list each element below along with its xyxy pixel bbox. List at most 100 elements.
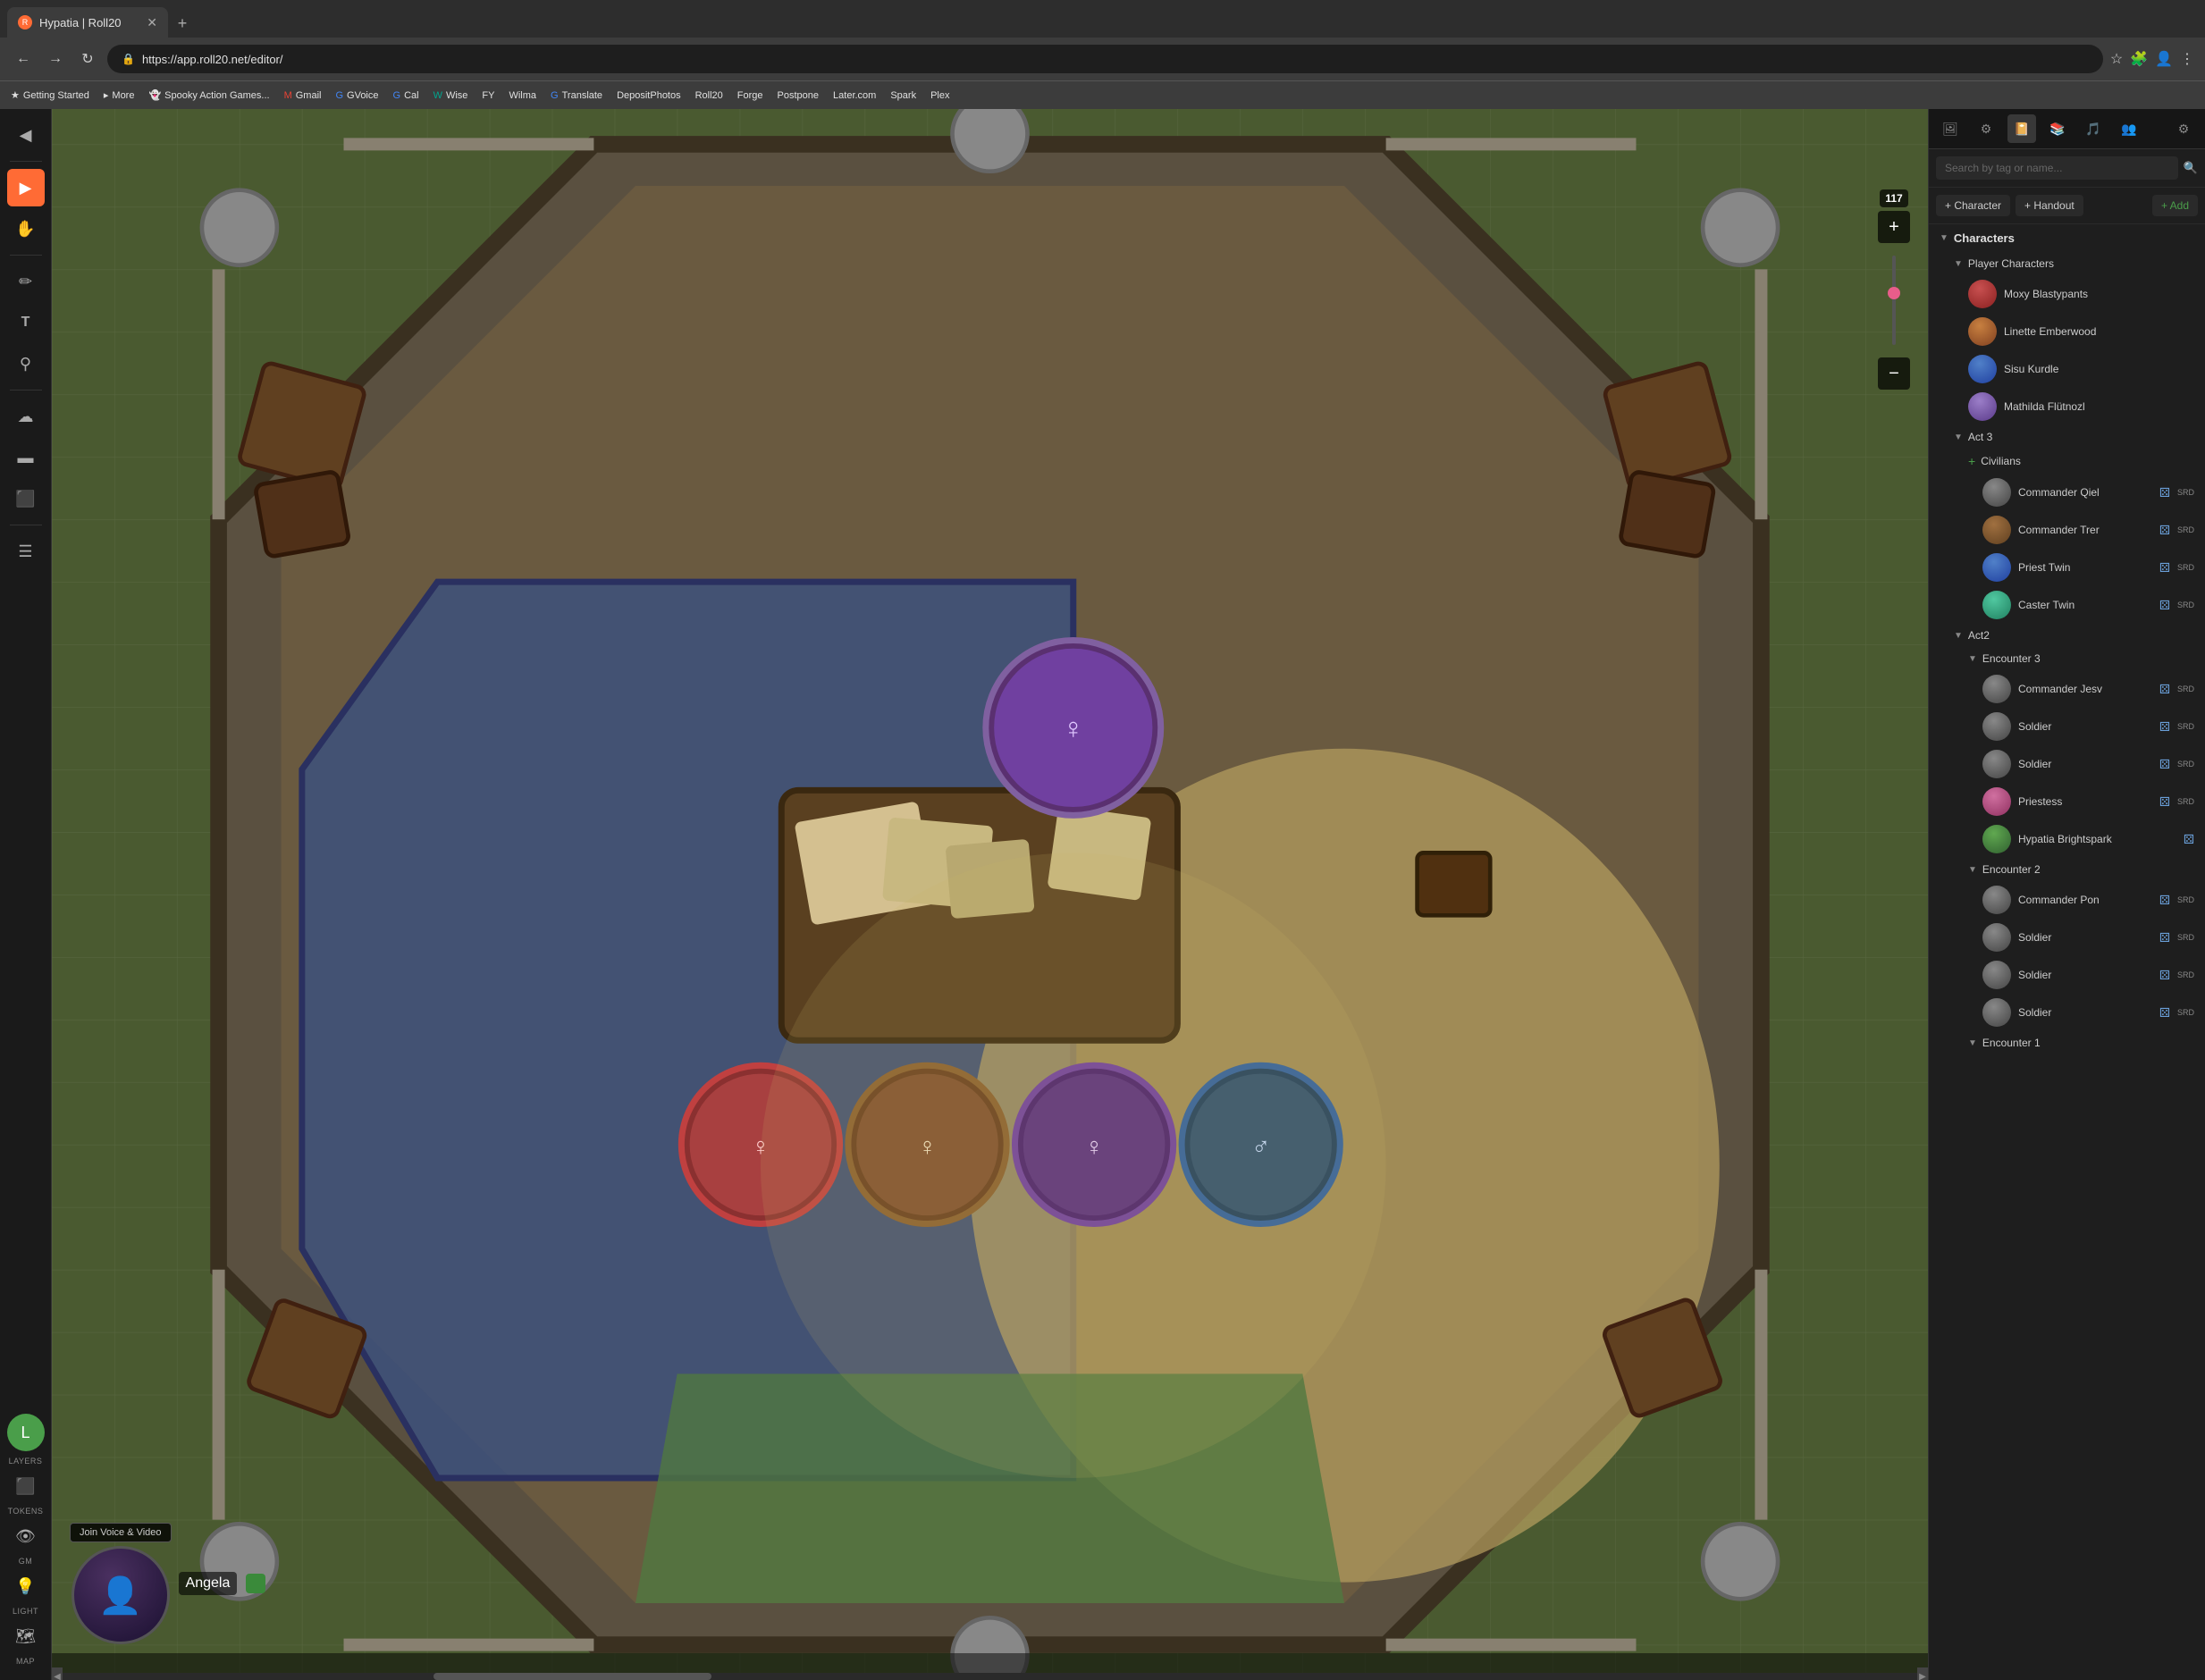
qiel-sheet-btn[interactable]: ⚄	[2159, 485, 2170, 500]
jesv-sheet-btn[interactable]: ⚄	[2159, 682, 2170, 697]
compendium-btn[interactable]: 📚	[2043, 114, 2072, 143]
priestess-sheet-btn[interactable]: ⚄	[2159, 794, 2170, 810]
gm-btn[interactable]: 👁	[7, 1517, 45, 1555]
bookmark-getting-started[interactable]: ★ Getting Started	[11, 89, 89, 101]
priest-twin-sheet-btn[interactable]: ⚄	[2159, 560, 2170, 575]
menu-btn[interactable]: ⋮	[2180, 50, 2194, 68]
char-commander-jesv[interactable]: Commander Jesv ⚄ SRD	[1957, 670, 2205, 708]
bookmark-deposit[interactable]: DepositPhotos	[617, 90, 681, 101]
soldier3-sheet-btn[interactable]: ⚄	[2159, 930, 2170, 945]
caster-twin-sheet-btn[interactable]: ⚄	[2159, 598, 2170, 613]
text-tool-btn[interactable]: T	[7, 304, 45, 341]
trer-sheet-btn[interactable]: ⚄	[2159, 523, 2170, 538]
bookmark-wise[interactable]: W Wise	[433, 90, 468, 101]
encounter3-header[interactable]: ▼ Encounter 3	[1957, 647, 2205, 670]
bookmark-more[interactable]: ▸ More	[104, 89, 135, 101]
civilians-header[interactable]: + Civilians	[1957, 449, 2205, 474]
characters-section-header[interactable]: ▼ Characters	[1929, 224, 2205, 252]
bookmark-fy[interactable]: FY	[482, 90, 494, 101]
refresh-btn[interactable]: ↻	[75, 46, 100, 71]
char-commander-pon[interactable]: Commander Pon ⚄ SRD	[1957, 881, 2205, 919]
zoom-slider[interactable]	[1892, 247, 1896, 354]
hypatia-sheet-btn[interactable]: ⚄	[2184, 832, 2194, 847]
address-bar[interactable]: 🔒 https://app.roll20.net/editor/	[107, 45, 2103, 73]
pan-tool-btn[interactable]: ✋	[7, 210, 45, 248]
measure-tool-btn[interactable]: ⚲	[7, 345, 45, 382]
player-avatar[interactable]: 👤	[72, 1546, 170, 1644]
active-tab[interactable]: R Hypatia | Roll20 ✕	[7, 7, 168, 38]
fog-tool-btn[interactable]: ☁	[7, 398, 45, 435]
extensions-btn[interactable]: 🧩	[2130, 50, 2148, 68]
soldier4-sheet-btn[interactable]: ⚄	[2159, 968, 2170, 983]
bottom-scrollbar[interactable]: ◀ ▶	[52, 1653, 1928, 1680]
jukebox-btn[interactable]: 🎵	[2079, 114, 2108, 143]
bookmark-wilma[interactable]: Wilma	[509, 90, 536, 101]
forward-btn[interactable]: →	[43, 46, 68, 71]
search-input[interactable]	[1936, 156, 2178, 180]
panel-settings-btn[interactable]: ⚙	[2169, 114, 2198, 143]
char-moxy[interactable]: Moxy Blastypants	[1943, 275, 2205, 313]
char-soldier-4[interactable]: Soldier ⚄ SRD	[1957, 956, 2205, 994]
char-linette[interactable]: Linette Emberwood	[1943, 313, 2205, 350]
player-characters-header[interactable]: ▼ Player Characters	[1943, 252, 2205, 275]
encounter1-header[interactable]: ▼ Encounter 1	[1957, 1031, 2205, 1054]
char-priest-twin[interactable]: Priest Twin ⚄ SRD	[1957, 549, 2205, 586]
soldier2-sheet-btn[interactable]: ⚄	[2159, 757, 2170, 772]
map-btn[interactable]: 🗺	[7, 1617, 45, 1655]
char-mathilda[interactable]: Mathilda Flütnozl	[1943, 388, 2205, 425]
scroll-left-btn[interactable]: ◀	[52, 1667, 63, 1680]
char-commander-trer[interactable]: Commander Trer ⚄ SRD	[1957, 511, 2205, 549]
char-soldier-3[interactable]: Soldier ⚄ SRD	[1957, 919, 2205, 956]
collapse-sidebar-btn[interactable]: ◀	[7, 116, 45, 154]
journal-btn[interactable]: 📔	[2007, 114, 2036, 143]
zoom-out-btn[interactable]: −	[1878, 357, 1910, 390]
pon-sheet-btn[interactable]: ⚄	[2159, 893, 2170, 908]
bookmark-star-btn[interactable]: ☆	[2110, 50, 2123, 68]
new-tab-btn[interactable]: +	[168, 9, 197, 38]
token-bars-btn[interactable]: ▬	[7, 439, 45, 476]
search-submit-btn[interactable]: 🔍	[2184, 161, 2198, 175]
char-commander-qiel[interactable]: Commander Qiel ⚄ SRD	[1957, 474, 2205, 511]
bookmark-cal[interactable]: G Cal	[393, 90, 419, 101]
soldier1-sheet-btn[interactable]: ⚄	[2159, 719, 2170, 735]
token-tool-btn[interactable]: ⬛	[7, 480, 45, 517]
tokens-btn[interactable]: ⬛	[7, 1467, 45, 1505]
bookmark-gmail[interactable]: M Gmail	[284, 90, 322, 101]
char-soldier-2[interactable]: Soldier ⚄ SRD	[1957, 745, 2205, 783]
draw-tool-btn[interactable]: ✏	[7, 263, 45, 300]
zoom-in-btn[interactable]: +	[1878, 211, 1910, 243]
light-btn[interactable]: 💡	[7, 1567, 45, 1605]
bookmark-forge[interactable]: Forge	[737, 90, 763, 101]
account-btn[interactable]: 👤	[2155, 50, 2173, 68]
layers-btn[interactable]: L	[7, 1414, 45, 1451]
char-sisu[interactable]: Sisu Kurdle	[1943, 350, 2205, 388]
bookmark-spooky[interactable]: 👻 Spooky Action Games...	[148, 89, 269, 101]
char-hypatia-brightspark[interactable]: Hypatia Brightspark ⚄	[1957, 820, 2205, 858]
bookmark-roll20[interactable]: Roll20	[695, 90, 723, 101]
add-btn[interactable]: + Add	[2152, 195, 2198, 216]
bookmark-plex[interactable]: Plex	[930, 90, 949, 101]
encounter2-header[interactable]: ▼ Encounter 2	[1957, 858, 2205, 881]
map-area[interactable]: ♀ ♀ ♀ ♂ ♀	[52, 109, 1928, 1680]
chat-btn[interactable]: ☰	[7, 533, 45, 570]
join-video-btn[interactable]: Join Voice & Video	[70, 1523, 172, 1542]
bookmark-later[interactable]: Later.com	[833, 90, 876, 101]
people-btn[interactable]: 👥	[2115, 114, 2143, 143]
select-tool-btn[interactable]: ▶	[7, 169, 45, 206]
portrait-btn[interactable]: 🖼	[1936, 114, 1965, 143]
back-btn[interactable]: ←	[11, 46, 36, 71]
act2-header[interactable]: ▼ Act2	[1943, 624, 2205, 647]
char-soldier-1[interactable]: Soldier ⚄ SRD	[1957, 708, 2205, 745]
act3-header[interactable]: ▼ Act 3	[1943, 425, 2205, 449]
add-character-btn[interactable]: + Character	[1936, 195, 2010, 216]
settings-btn[interactable]: ⚙	[1972, 114, 2000, 143]
add-handout-btn[interactable]: + Handout	[2016, 195, 2083, 216]
bookmark-gvoice[interactable]: G GVoice	[335, 90, 378, 101]
bookmark-spark[interactable]: Spark	[890, 90, 916, 101]
horizontal-scrollbar[interactable]	[63, 1673, 1917, 1680]
char-caster-twin[interactable]: Caster Twin ⚄ SRD	[1957, 586, 2205, 624]
bookmark-translate[interactable]: G Translate	[551, 90, 602, 101]
soldier5-sheet-btn[interactable]: ⚄	[2159, 1005, 2170, 1021]
tab-close-btn[interactable]: ✕	[147, 15, 157, 30]
scroll-right-btn[interactable]: ▶	[1917, 1667, 1928, 1680]
